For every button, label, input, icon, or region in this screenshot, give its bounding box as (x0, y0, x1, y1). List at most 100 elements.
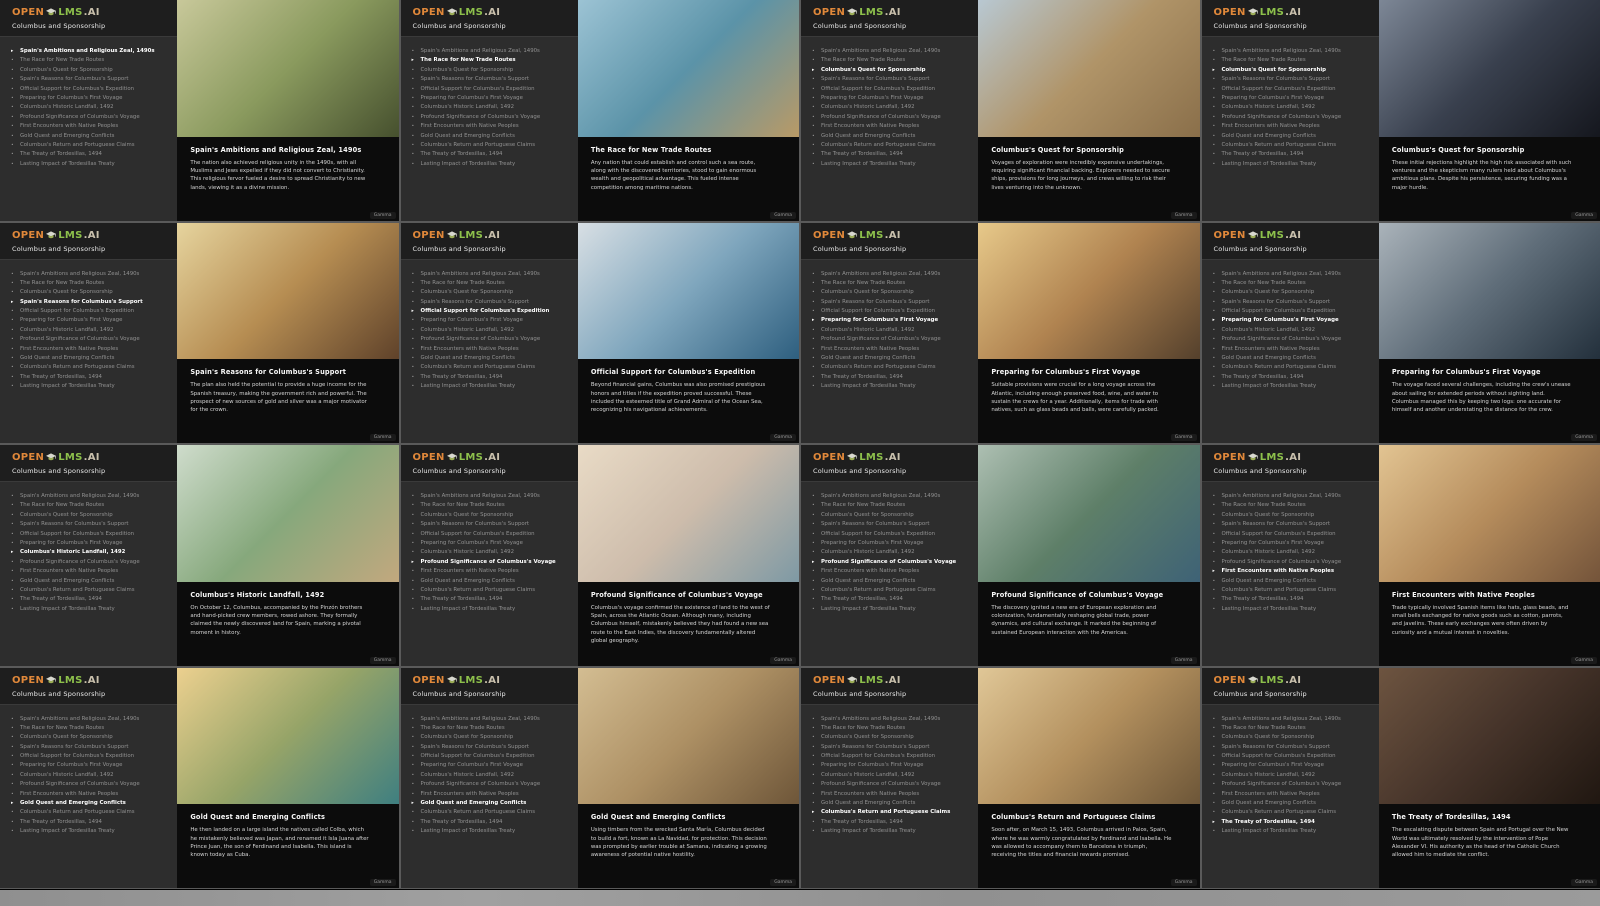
toc-item[interactable]: • Spain's Reasons for Columbus's Support (11, 521, 171, 528)
gamma-watermark[interactable]: Gamma (770, 434, 796, 441)
toc-item[interactable]: ▸ First Encounters with Native Peoples (1213, 568, 1373, 575)
toc-item[interactable]: • Spain's Ambitions and Religious Zeal, … (412, 48, 572, 55)
toc-item[interactable]: • Gold Quest and Emerging Conflicts (11, 133, 171, 140)
toc-item[interactable]: • Spain's Ambitions and Religious Zeal, … (412, 493, 572, 500)
toc-item[interactable]: • Columbus's Quest for Sponsorship (812, 512, 972, 519)
toc-item[interactable]: ▸ Columbus's Quest for Sponsorship (812, 67, 972, 74)
toc-item[interactable]: • First Encounters with Native Peoples (812, 346, 972, 353)
toc-item[interactable]: • Official Support for Columbus's Expedi… (812, 531, 972, 538)
toc-item[interactable]: • Spain's Ambitions and Religious Zeal, … (412, 271, 572, 278)
toc-item[interactable]: • Lasting Impact of Tordesillas Treaty (412, 383, 572, 390)
toc-item[interactable]: • Columbus's Return and Portuguese Claim… (412, 365, 572, 371)
toc-item[interactable]: • Spain's Reasons for Columbus's Support (812, 76, 972, 83)
toc-item[interactable]: • Profound Significance of Columbus's Vo… (11, 336, 171, 343)
gamma-watermark[interactable]: Gamma (1170, 656, 1197, 664)
toc-item[interactable]: • Columbus's Historic Landfall, 1492 (812, 772, 972, 779)
toc-item[interactable]: • The Treaty of Tordesillas, 1494 (1213, 374, 1373, 381)
toc-item[interactable]: • Profound Significance of Columbus's Vo… (812, 114, 972, 121)
toc-item[interactable]: • Official Support for Columbus's Expedi… (1213, 86, 1373, 93)
toc-item[interactable]: • Lasting Impact of Tordesillas Treaty (812, 606, 972, 613)
toc-item[interactable]: • Lasting Impact of Tordesillas Treaty (812, 828, 972, 835)
toc-item[interactable]: • Gold Quest and Emerging Conflicts (1213, 355, 1373, 362)
toc-item[interactable]: • The Race for New Trade Routes (11, 58, 171, 64)
toc-item[interactable]: • Columbus's Quest for Sponsorship (812, 734, 972, 741)
toc-item[interactable]: • Spain's Reasons for Columbus's Support (812, 744, 972, 751)
toc-item[interactable]: • Preparing for Columbus's First Voyage (812, 95, 972, 102)
toc-item[interactable]: • The Treaty of Tordesillas, 1494 (11, 819, 171, 826)
toc-item[interactable]: • The Treaty of Tordesillas, 1494 (11, 596, 171, 603)
toc-item[interactable]: • Gold Quest and Emerging Conflicts (1213, 800, 1373, 807)
toc-item[interactable]: • The Treaty of Tordesillas, 1494 (11, 151, 171, 158)
toc-item[interactable]: ▸ The Treaty of Tordesillas, 1494 (1213, 819, 1373, 826)
toc-item[interactable]: • Columbus's Quest for Sponsorship (11, 289, 171, 296)
toc-item[interactable]: • Gold Quest and Emerging Conflicts (11, 355, 171, 362)
toc-item[interactable]: • The Race for New Trade Routes (812, 58, 972, 64)
toc-item[interactable]: • Columbus's Quest for Sponsorship (412, 67, 572, 74)
toc-item[interactable]: • Gold Quest and Emerging Conflicts (412, 133, 572, 140)
toc-item[interactable]: • Gold Quest and Emerging Conflicts (1213, 578, 1373, 585)
toc-item[interactable]: • Columbus's Return and Portuguese Claim… (11, 587, 171, 594)
toc-item[interactable]: • Official Support for Columbus's Expedi… (11, 308, 171, 315)
toc-item[interactable]: • Spain's Ambitions and Religious Zeal, … (11, 716, 171, 723)
toc-item[interactable]: • Preparing for Columbus's First Voyage (11, 95, 171, 102)
toc-item[interactable]: • The Treaty of Tordesillas, 1494 (11, 374, 171, 381)
toc-item[interactable]: • Columbus's Return and Portuguese Claim… (412, 810, 572, 816)
toc-item[interactable]: • Official Support for Columbus's Expedi… (11, 86, 171, 93)
gamma-watermark[interactable]: Gamma (369, 656, 396, 664)
toc-item[interactable]: • Columbus's Return and Portuguese Claim… (412, 587, 572, 594)
toc-item[interactable]: • The Race for New Trade Routes (812, 280, 972, 287)
toc-item[interactable]: • Columbus's Quest for Sponsorship (11, 67, 171, 74)
toc-item[interactable]: ▸ Spain's Reasons for Columbus's Support (11, 299, 171, 306)
toc-item[interactable]: • Lasting Impact of Tordesillas Treaty (11, 161, 171, 168)
toc-item[interactable]: • First Encounters with Native Peoples (1213, 346, 1373, 353)
toc-item[interactable]: • Columbus's Quest for Sponsorship (11, 734, 171, 741)
toc-item[interactable]: • Official Support for Columbus's Expedi… (11, 753, 171, 760)
toc-item[interactable]: • Columbus's Historic Landfall, 1492 (412, 105, 572, 111)
toc-item[interactable]: • The Race for New Trade Routes (412, 725, 572, 732)
toc-item[interactable]: • Columbus's Quest for Sponsorship (412, 512, 572, 519)
toc-item[interactable]: • Spain's Ambitions and Religious Zeal, … (1213, 48, 1373, 55)
toc-item[interactable]: • First Encounters with Native Peoples (1213, 123, 1373, 130)
toc-item[interactable]: • Official Support for Columbus's Expedi… (1213, 308, 1373, 315)
toc-item[interactable]: • First Encounters with Native Peoples (412, 791, 572, 798)
toc-item[interactable]: • The Treaty of Tordesillas, 1494 (812, 374, 972, 381)
toc-item[interactable]: • First Encounters with Native Peoples (812, 568, 972, 575)
toc-item[interactable]: • Columbus's Return and Portuguese Claim… (1213, 587, 1373, 594)
toc-item[interactable]: • Columbus's Historic Landfall, 1492 (1213, 772, 1373, 779)
toc-item[interactable]: ▸ Spain's Ambitions and Religious Zeal, … (11, 48, 171, 55)
toc-item[interactable]: • The Race for New Trade Routes (1213, 58, 1373, 64)
toc-item[interactable]: • First Encounters with Native Peoples (11, 568, 171, 575)
toc-item[interactable]: • Spain's Reasons for Columbus's Support (1213, 299, 1373, 306)
toc-item[interactable]: • Spain's Ambitions and Religious Zeal, … (1213, 271, 1373, 278)
toc-item[interactable]: • Preparing for Columbus's First Voyage (812, 540, 972, 547)
toc-item[interactable]: • Lasting Impact of Tordesillas Treaty (1213, 383, 1373, 390)
toc-item[interactable]: • Columbus's Historic Landfall, 1492 (11, 327, 171, 334)
toc-item[interactable]: • Columbus's Historic Landfall, 1492 (412, 327, 572, 334)
toc-item[interactable]: • The Race for New Trade Routes (1213, 725, 1373, 732)
toc-item[interactable]: • Spain's Reasons for Columbus's Support (1213, 744, 1373, 751)
toc-item[interactable]: • The Race for New Trade Routes (812, 725, 972, 732)
toc-item[interactable]: • Spain's Ambitions and Religious Zeal, … (11, 493, 171, 500)
toc-item[interactable]: • Gold Quest and Emerging Conflicts (412, 355, 572, 362)
toc-item[interactable]: • The Race for New Trade Routes (1213, 503, 1373, 509)
gamma-watermark[interactable]: Gamma (1571, 211, 1597, 219)
toc-item[interactable]: • The Race for New Trade Routes (412, 280, 572, 287)
toc-item[interactable]: • Gold Quest and Emerging Conflicts (812, 355, 972, 362)
toc-item[interactable]: • Profound Significance of Columbus's Vo… (412, 336, 572, 343)
toc-item[interactable]: • The Treaty of Tordesillas, 1494 (812, 596, 972, 603)
toc-item[interactable]: • Columbus's Return and Portuguese Claim… (11, 142, 171, 149)
toc-item[interactable]: • Official Support for Columbus's Expedi… (11, 531, 171, 538)
toc-item[interactable]: • Columbus's Quest for Sponsorship (1213, 289, 1373, 296)
toc-item[interactable]: • The Race for New Trade Routes (11, 503, 171, 509)
toc-item[interactable]: • Preparing for Columbus's First Voyage (11, 763, 171, 769)
toc-item[interactable]: • Lasting Impact of Tordesillas Treaty (412, 828, 572, 835)
toc-item[interactable]: • Preparing for Columbus's First Voyage (812, 763, 972, 769)
toc-item[interactable]: • Columbus's Quest for Sponsorship (412, 734, 572, 741)
toc-item[interactable]: • The Race for New Trade Routes (812, 503, 972, 509)
toc-item[interactable]: • Official Support for Columbus's Expedi… (1213, 753, 1373, 760)
toc-item[interactable]: ▸ Gold Quest and Emerging Conflicts (11, 800, 171, 807)
toc-item[interactable]: • Columbus's Historic Landfall, 1492 (1213, 550, 1373, 556)
toc-item[interactable]: • Columbus's Return and Portuguese Claim… (1213, 142, 1373, 149)
toc-item[interactable]: • The Race for New Trade Routes (1213, 280, 1373, 287)
toc-item[interactable]: • Preparing for Columbus's First Voyage (1213, 95, 1373, 102)
